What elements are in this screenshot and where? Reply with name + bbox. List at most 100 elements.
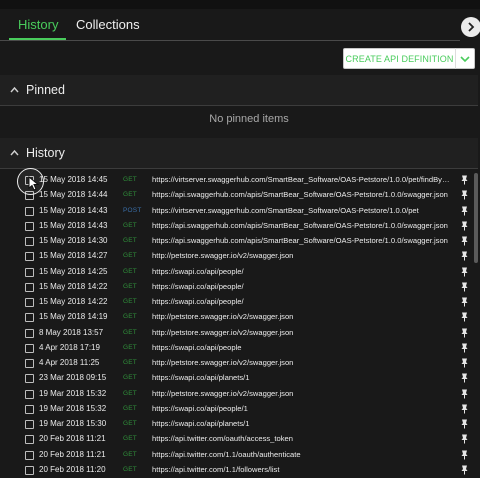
pin-icon[interactable] bbox=[461, 358, 468, 368]
pin-icon[interactable] bbox=[461, 297, 468, 307]
pin-icon[interactable] bbox=[461, 236, 468, 246]
collapse-panel-button[interactable] bbox=[461, 17, 480, 37]
row-method-badge: GET bbox=[123, 221, 137, 229]
pinned-section-header[interactable]: Pinned bbox=[0, 75, 478, 106]
row-url[interactable]: https://api.swaggerhub.com/apis/SmartBea… bbox=[152, 190, 454, 199]
row-checkbox[interactable] bbox=[25, 435, 34, 445]
row-date: 15 May 2018 14:30 bbox=[39, 236, 108, 245]
history-row[interactable]: 15 May 2018 14:19 GET http://petstore.swag… bbox=[0, 310, 472, 325]
row-method-badge: GET bbox=[123, 176, 137, 183]
row-date: 19 Mar 2018 15:32 bbox=[39, 388, 107, 398]
history-row[interactable]: 23 Mar 2018 09:15 GET https://swapi.co/api… bbox=[0, 371, 472, 386]
row-url[interactable]: http://petstore.swagger.io/v2/swagger.js… bbox=[152, 312, 454, 321]
row-date: 8 May 2018 13:57 bbox=[39, 327, 104, 337]
history-section-header[interactable]: History bbox=[0, 138, 478, 169]
create-api-definition-button[interactable]: CREATE API DEFINITION bbox=[343, 48, 456, 69]
pin-icon[interactable] bbox=[461, 343, 468, 353]
history-row[interactable]: 19 Mar 2018 15:32 GET https://swapi.co/api… bbox=[0, 402, 472, 417]
chevron-up-icon bbox=[10, 86, 19, 93]
scrollbar[interactable] bbox=[474, 173, 478, 263]
row-checkbox[interactable] bbox=[25, 389, 34, 399]
row-checkbox[interactable] bbox=[25, 420, 34, 429]
row-url[interactable]: https://api.twitter.com/1.1/followers/li… bbox=[152, 465, 454, 474]
row-url[interactable]: https://swapi.co/api/planets/1 bbox=[152, 373, 454, 382]
row-method-badge: GET bbox=[123, 420, 137, 427]
row-url[interactable]: http://petstore.swagger.io/v2/swagger.js… bbox=[152, 389, 454, 398]
history-row[interactable]: 20 Feb 2018 11:21 GET https://api.twitter.… bbox=[0, 432, 472, 447]
row-url[interactable]: https://swapi.co/api/people/ bbox=[152, 297, 454, 306]
row-url[interactable]: https://api.swaggerhub.com/apis/SmartBea… bbox=[152, 236, 454, 245]
history-row[interactable]: 19 Mar 2018 15:30 GET https://swapi.co/api… bbox=[0, 417, 472, 432]
row-checkbox[interactable] bbox=[25, 374, 34, 384]
history-row[interactable]: 15 May 2018 14:43 POST https://virtserver.… bbox=[0, 204, 472, 219]
history-row[interactable]: 15 May 2018 14:27 GET http://petstore.swag… bbox=[0, 249, 472, 264]
row-url[interactable]: https://virtserver.swaggerhub.com/SmartB… bbox=[152, 206, 454, 215]
row-date: 23 Mar 2018 09:15 bbox=[39, 373, 107, 383]
pin-icon[interactable] bbox=[461, 404, 468, 414]
row-method-badge: GET bbox=[123, 313, 137, 321]
history-row[interactable]: 15 May 2018 14:44 GET https://api.swaggerh… bbox=[0, 188, 472, 203]
tab-history[interactable]: History bbox=[18, 17, 58, 32]
pin-icon[interactable] bbox=[461, 373, 468, 383]
history-row[interactable]: 15 May 2018 14:45 GET https://virtserver.s… bbox=[0, 173, 472, 188]
history-row[interactable]: 8 May 2018 13:57 GET http://petstore.swagg… bbox=[0, 326, 472, 341]
row-url[interactable]: https://api.twitter.com/1.1/oauth/authen… bbox=[152, 450, 454, 459]
top-strip bbox=[0, 0, 480, 9]
history-row[interactable]: 20 Feb 2018 11:21 GET https://api.twitter.… bbox=[0, 448, 472, 463]
pin-icon[interactable] bbox=[461, 419, 468, 429]
row-checkbox[interactable] bbox=[25, 206, 34, 216]
pin-icon[interactable] bbox=[461, 282, 468, 292]
row-checkbox[interactable] bbox=[25, 313, 34, 323]
row-url[interactable]: https://api.twitter.com/oauth/access_tok… bbox=[152, 434, 454, 443]
row-url[interactable]: https://swapi.co/api/people/ bbox=[152, 282, 454, 291]
row-url[interactable]: https://virtserver.swaggerhub.com/SmartB… bbox=[152, 175, 454, 184]
pin-icon[interactable] bbox=[461, 175, 468, 185]
row-checkbox[interactable] bbox=[25, 298, 34, 307]
row-checkbox[interactable] bbox=[25, 404, 34, 414]
row-checkbox[interactable] bbox=[25, 221, 34, 231]
row-method-badge: GET bbox=[123, 237, 137, 244]
row-checkbox[interactable] bbox=[25, 237, 34, 246]
history-row[interactable]: 15 May 2018 14:22 GET https://swapi.co/api… bbox=[0, 295, 472, 310]
pin-icon[interactable] bbox=[461, 389, 468, 399]
history-row[interactable]: 15 May 2018 14:22 GET https://swapi.co/api… bbox=[0, 280, 472, 295]
row-checkbox[interactable] bbox=[25, 282, 34, 292]
pin-icon[interactable] bbox=[461, 328, 468, 338]
pin-icon[interactable] bbox=[461, 450, 468, 460]
row-url[interactable]: https://api.swaggerhub.com/apis/SmartBea… bbox=[152, 221, 454, 230]
row-url[interactable]: http://petstore.swagger.io/v2/swagger.js… bbox=[152, 328, 454, 337]
history-row[interactable]: 4 Apr 2018 11:25 GET http://petstore.swagg… bbox=[0, 356, 472, 371]
create-api-dropdown-button[interactable] bbox=[455, 48, 475, 69]
tab-collections[interactable]: Collections bbox=[76, 17, 140, 32]
row-method-badge: GET bbox=[123, 328, 137, 336]
row-url[interactable]: http://petstore.swagger.io/v2/swagger.js… bbox=[152, 358, 454, 367]
row-checkbox[interactable] bbox=[25, 267, 34, 277]
pin-icon[interactable] bbox=[461, 206, 468, 216]
pin-icon[interactable] bbox=[461, 251, 468, 261]
history-row[interactable]: 15 May 2018 14:30 GET https://api.swaggerh… bbox=[0, 234, 472, 249]
row-checkbox[interactable] bbox=[25, 328, 34, 338]
history-row[interactable]: 15 May 2018 14:43 GET https://api.swaggerh… bbox=[0, 219, 472, 234]
history-row[interactable]: 20 Feb 2018 11:20 GET https://api.twitter.… bbox=[0, 463, 472, 478]
history-row[interactable]: 15 May 2018 14:25 GET https://swapi.co/api… bbox=[0, 265, 472, 280]
pin-icon[interactable] bbox=[461, 465, 468, 475]
pin-icon[interactable] bbox=[461, 434, 468, 444]
row-checkbox[interactable] bbox=[25, 343, 34, 353]
row-checkbox[interactable] bbox=[25, 465, 34, 475]
row-checkbox[interactable] bbox=[25, 359, 34, 368]
row-url[interactable]: https://swapi.co/api/people/ bbox=[152, 267, 454, 276]
pin-icon[interactable] bbox=[461, 312, 468, 322]
row-date: 19 Mar 2018 15:32 bbox=[39, 403, 107, 413]
row-url[interactable]: https://swapi.co/api/people bbox=[152, 343, 454, 352]
pin-icon[interactable] bbox=[461, 221, 468, 231]
pin-icon[interactable] bbox=[461, 267, 468, 277]
row-date: 15 May 2018 14:27 bbox=[39, 251, 108, 261]
row-url[interactable]: http://petstore.swagger.io/v2/swagger.js… bbox=[152, 251, 454, 260]
row-checkbox[interactable] bbox=[25, 252, 34, 262]
row-url[interactable]: https://swapi.co/api/planets/1 bbox=[152, 419, 454, 428]
history-row[interactable]: 4 Apr 2018 17:19 GET https://swapi.co/api/… bbox=[0, 341, 472, 356]
row-checkbox[interactable] bbox=[25, 450, 34, 460]
history-row[interactable]: 19 Mar 2018 15:32 GET http://petstore.swag… bbox=[0, 387, 472, 402]
row-url[interactable]: https://swapi.co/api/people/1 bbox=[152, 404, 454, 413]
pin-icon[interactable] bbox=[461, 190, 468, 200]
